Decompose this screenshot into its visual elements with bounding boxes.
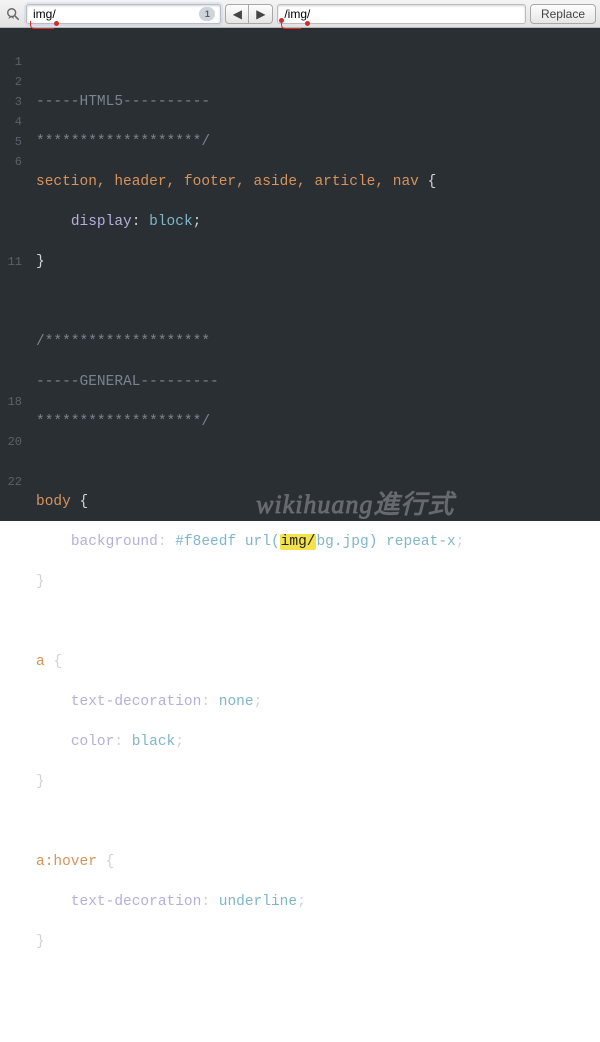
replace-button[interactable]: Replace xyxy=(530,4,596,24)
search-input-wrap: 1 xyxy=(26,4,221,24)
search-match-highlight: img/ xyxy=(280,534,317,550)
code-area[interactable]: -----HTML5---------- *******************… xyxy=(28,28,464,521)
nav-buttons: ◀ ▶ xyxy=(225,4,273,24)
prev-match-button[interactable]: ◀ xyxy=(225,4,249,24)
code-editor[interactable]: 12345611182022 -----HTML5---------- ****… xyxy=(0,28,600,521)
line-gutter: 12345611182022 xyxy=(0,28,28,521)
next-match-button[interactable]: ▶ xyxy=(249,4,273,24)
find-replace-toolbar: 1 ◀ ▶ Replace xyxy=(0,0,600,28)
replace-input[interactable] xyxy=(277,4,526,24)
match-count-badge: 1 xyxy=(199,7,215,21)
search-icon[interactable] xyxy=(4,5,22,23)
search-input[interactable] xyxy=(26,4,221,24)
